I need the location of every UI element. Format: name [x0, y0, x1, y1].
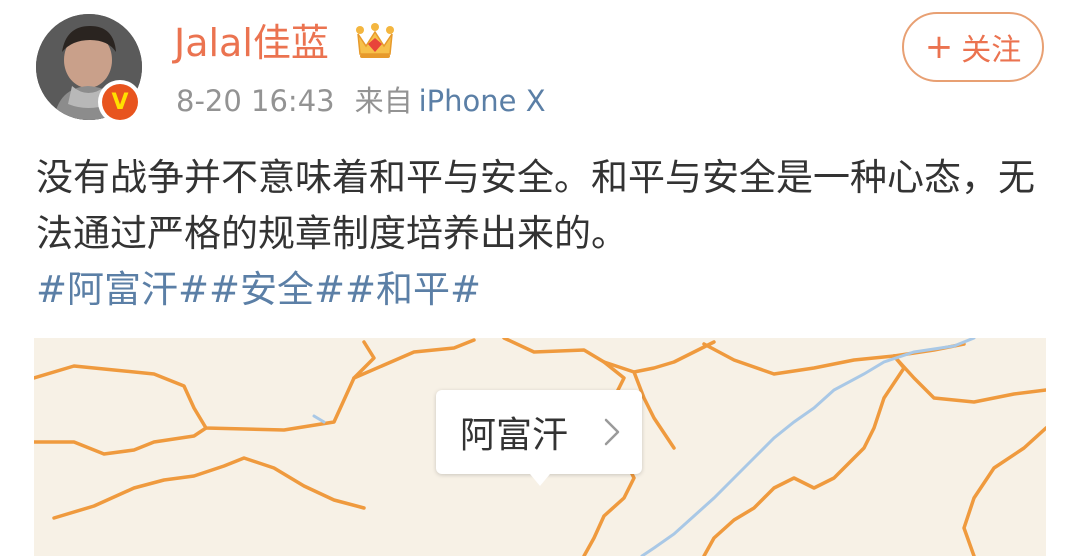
- follow-label: 关注: [961, 33, 1022, 68]
- timestamp: 8-20 16:43: [176, 84, 335, 118]
- post-meta: 8-20 16:43 来自 iPhone X: [176, 82, 546, 120]
- verified-badge-icon: V: [98, 80, 142, 124]
- crown-icon: [356, 23, 394, 58]
- post-text: 没有战争并不意味着和平与安全。和平与安全是一种心态，无法通过严格的规章制度培养出…: [36, 156, 1035, 255]
- hashtag-peace[interactable]: #和平#: [345, 268, 481, 311]
- device-link[interactable]: iPhone X: [419, 84, 546, 118]
- plus-icon: +: [924, 27, 954, 67]
- map-pin-pointer: [530, 474, 550, 486]
- follow-button[interactable]: + 关注: [902, 12, 1044, 82]
- hashtag-afghanistan[interactable]: #阿富汗#: [36, 268, 209, 311]
- chevron-right-icon: [604, 418, 620, 446]
- location-label[interactable]: 阿富汗: [436, 390, 642, 474]
- hashtag-security[interactable]: #安全#: [209, 268, 345, 311]
- hashtag-list: #阿富汗##安全##和平#: [36, 262, 481, 318]
- location-name: 阿富汗: [460, 415, 569, 456]
- username[interactable]: Jalal佳蓝: [174, 20, 329, 66]
- source-label: 来自: [354, 84, 413, 118]
